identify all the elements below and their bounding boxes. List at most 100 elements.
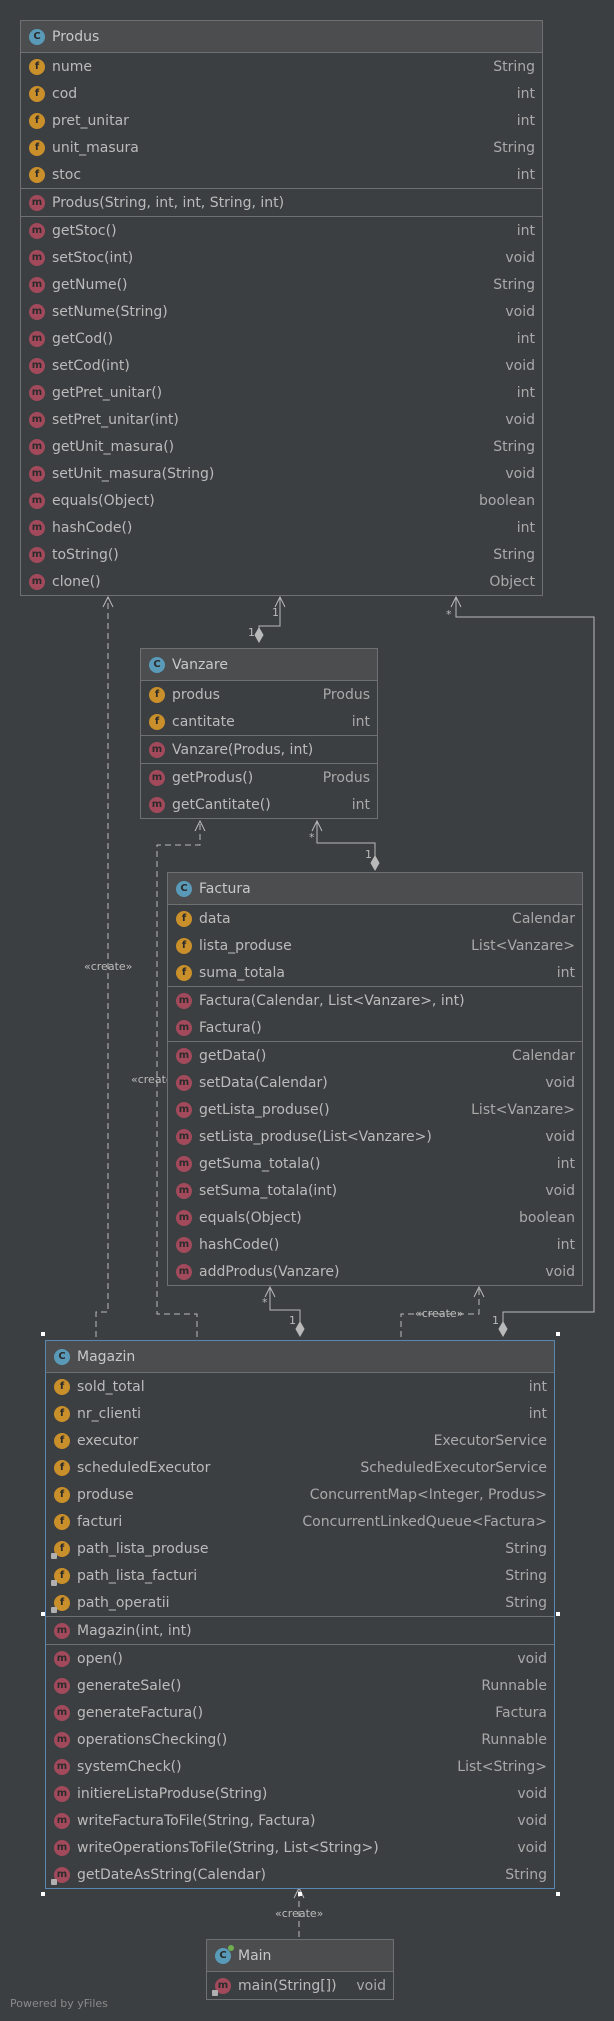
member-name: generateFactura() — [77, 1704, 204, 1721]
class-produs[interactable]: C Produs f nume String f cod int f pret_unitar i… — [20, 20, 543, 596]
member-type: void — [517, 1650, 547, 1667]
method-row[interactable]: m getUnit_masura() String — [21, 433, 542, 460]
method-row[interactable]: m getData() Calendar — [168, 1042, 582, 1069]
member-type: Produs — [322, 769, 370, 786]
member-name: hashCode() — [199, 1236, 280, 1253]
field-row[interactable]: f path_lista_produse String — [46, 1535, 554, 1562]
method-row[interactable]: m clone() Object — [21, 568, 542, 595]
class-factura-name: Factura — [199, 880, 251, 897]
class-magazin[interactable]: C Magazin f sold_total int f nr_clienti int f e… — [45, 1340, 555, 1889]
class-magazin-methods: m open() void m generateSale() Runnable m gener… — [46, 1644, 554, 1888]
field-row[interactable]: f nume String — [21, 53, 542, 80]
field-row[interactable]: f path_operatii String — [46, 1589, 554, 1616]
field-row[interactable]: f cantitate int — [141, 708, 377, 735]
field-row[interactable]: f pret_unitar int — [21, 107, 542, 134]
method-row[interactable]: m hashCode() int — [21, 514, 542, 541]
field-row[interactable]: f scheduledExecutor ScheduledExecutorServi… — [46, 1454, 554, 1481]
method-icon: m — [149, 741, 165, 758]
class-magazin-header[interactable]: C Magazin — [46, 1341, 554, 1373]
class-produs-header[interactable]: C Produs — [21, 21, 542, 53]
method-row[interactable]: m setPret_unitar(int) void — [21, 406, 542, 433]
method-row[interactable]: m getPret_unitar() int — [21, 379, 542, 406]
method-row[interactable]: m Magazin(int, int) — [46, 1617, 554, 1644]
class-main-header[interactable]: C Main — [207, 1940, 393, 1972]
member-name: initiereListaProduse(String) — [77, 1785, 268, 1802]
method-row[interactable]: m setUnit_masura(String) void — [21, 460, 542, 487]
field-icon: f — [51, 1540, 70, 1559]
method-row[interactable]: m setSuma_totala(int) void — [168, 1177, 582, 1204]
method-row[interactable]: m getCod() int — [21, 325, 542, 352]
method-row[interactable]: m writeFacturaToFile(String, Factura) void — [46, 1807, 554, 1834]
method-row[interactable]: m writeOperationsToFile(String, List<Stri… — [46, 1834, 554, 1861]
field-row[interactable]: f facturi ConcurrentLinkedQueue<Factura> — [46, 1508, 554, 1535]
method-row[interactable]: m equals(Object) boolean — [168, 1204, 582, 1231]
selection-handle[interactable] — [41, 1612, 45, 1616]
method-row[interactable]: m equals(Object) boolean — [21, 487, 542, 514]
method-row[interactable]: m Vanzare(Produs, int) — [141, 736, 377, 763]
class-main[interactable]: C Main m main(String[]) void — [206, 1939, 394, 2000]
member-name: nume — [52, 58, 92, 75]
member-type: int — [516, 519, 535, 536]
member-name: path_operatii — [77, 1594, 170, 1611]
method-row[interactable]: m Produs(String, int, int, String, int) — [21, 189, 542, 216]
method-row[interactable]: m hashCode() int — [168, 1231, 582, 1258]
method-row[interactable]: m getLista_produse() List<Vanzare> — [168, 1096, 582, 1123]
method-row[interactable]: m getStoc() int — [21, 217, 542, 244]
selection-handle[interactable] — [556, 1332, 560, 1336]
method-icon: m — [29, 194, 45, 211]
field-row[interactable]: f executor ExecutorService — [46, 1427, 554, 1454]
field-row[interactable]: f produs Produs — [141, 681, 377, 708]
selection-handle[interactable] — [556, 1892, 560, 1896]
method-row[interactable]: m getCantitate() int — [141, 791, 377, 818]
method-row[interactable]: m getProdus() Produs — [141, 764, 377, 791]
selection-handle[interactable] — [41, 1892, 45, 1896]
member-type: Object — [489, 573, 535, 590]
method-row[interactable]: m setData(Calendar) void — [168, 1069, 582, 1096]
method-icon: m — [176, 1019, 192, 1036]
field-row[interactable]: f nr_clienti int — [46, 1400, 554, 1427]
method-row[interactable]: m toString() String — [21, 541, 542, 568]
method-row[interactable]: m setStoc(int) void — [21, 244, 542, 271]
method-row[interactable]: m operationsChecking() Runnable — [46, 1726, 554, 1753]
method-row[interactable]: m systemCheck() List<String> — [46, 1753, 554, 1780]
method-row[interactable]: m getSuma_totala() int — [168, 1150, 582, 1177]
class-factura[interactable]: C Factura f data Calendar f lista_produse Lis… — [167, 872, 583, 1286]
field-row[interactable]: f path_lista_facturi String — [46, 1562, 554, 1589]
method-row[interactable]: m getDateAsString(Calendar) String — [46, 1861, 554, 1888]
selection-handle[interactable] — [41, 1332, 45, 1336]
field-row[interactable]: f suma_totala int — [168, 959, 582, 986]
method-row[interactable]: m generateSale() Runnable — [46, 1672, 554, 1699]
field-row[interactable]: f sold_total int — [46, 1373, 554, 1400]
member-type: String — [493, 438, 535, 455]
member-type: Calendar — [512, 910, 575, 927]
member-name: stoc — [52, 166, 82, 183]
method-icon: m — [176, 1155, 192, 1172]
method-row[interactable]: m getNume() String — [21, 271, 542, 298]
selection-handle[interactable] — [298, 1892, 302, 1896]
member-type: List<String> — [457, 1758, 547, 1775]
method-row[interactable]: m setNume(String) void — [21, 298, 542, 325]
field-row[interactable]: f data Calendar — [168, 905, 582, 932]
method-row[interactable]: m addProdus(Vanzare) void — [168, 1258, 582, 1285]
field-row[interactable]: f cod int — [21, 80, 542, 107]
method-row[interactable]: m generateFactura() Factura — [46, 1699, 554, 1726]
field-row[interactable]: f lista_produse List<Vanzare> — [168, 932, 582, 959]
class-vanzare[interactable]: C Vanzare f produs Produs f cantitate int m Va… — [140, 648, 378, 819]
field-icon: f — [149, 713, 165, 730]
method-row[interactable]: m Factura() — [168, 1014, 582, 1041]
member-name: getUnit_masura() — [52, 438, 175, 455]
member-name: setUnit_masura(String) — [52, 465, 215, 482]
method-row[interactable]: m setCod(int) void — [21, 352, 542, 379]
class-factura-header[interactable]: C Factura — [168, 873, 582, 905]
method-row[interactable]: m open() void — [46, 1645, 554, 1672]
method-row[interactable]: m initiereListaProduse(String) void — [46, 1780, 554, 1807]
field-icon: f — [176, 937, 192, 954]
selection-handle[interactable] — [556, 1612, 560, 1616]
field-row[interactable]: f produse ConcurrentMap<Integer, Produs> — [46, 1481, 554, 1508]
method-row[interactable]: m Factura(Calendar, List<Vanzare>, int) — [168, 987, 582, 1014]
class-vanzare-header[interactable]: C Vanzare — [141, 649, 377, 681]
method-row[interactable]: m main(String[]) void — [207, 1972, 393, 1999]
method-row[interactable]: m setLista_produse(List<Vanzare>) void — [168, 1123, 582, 1150]
field-row[interactable]: f stoc int — [21, 161, 542, 188]
field-row[interactable]: f unit_masura String — [21, 134, 542, 161]
